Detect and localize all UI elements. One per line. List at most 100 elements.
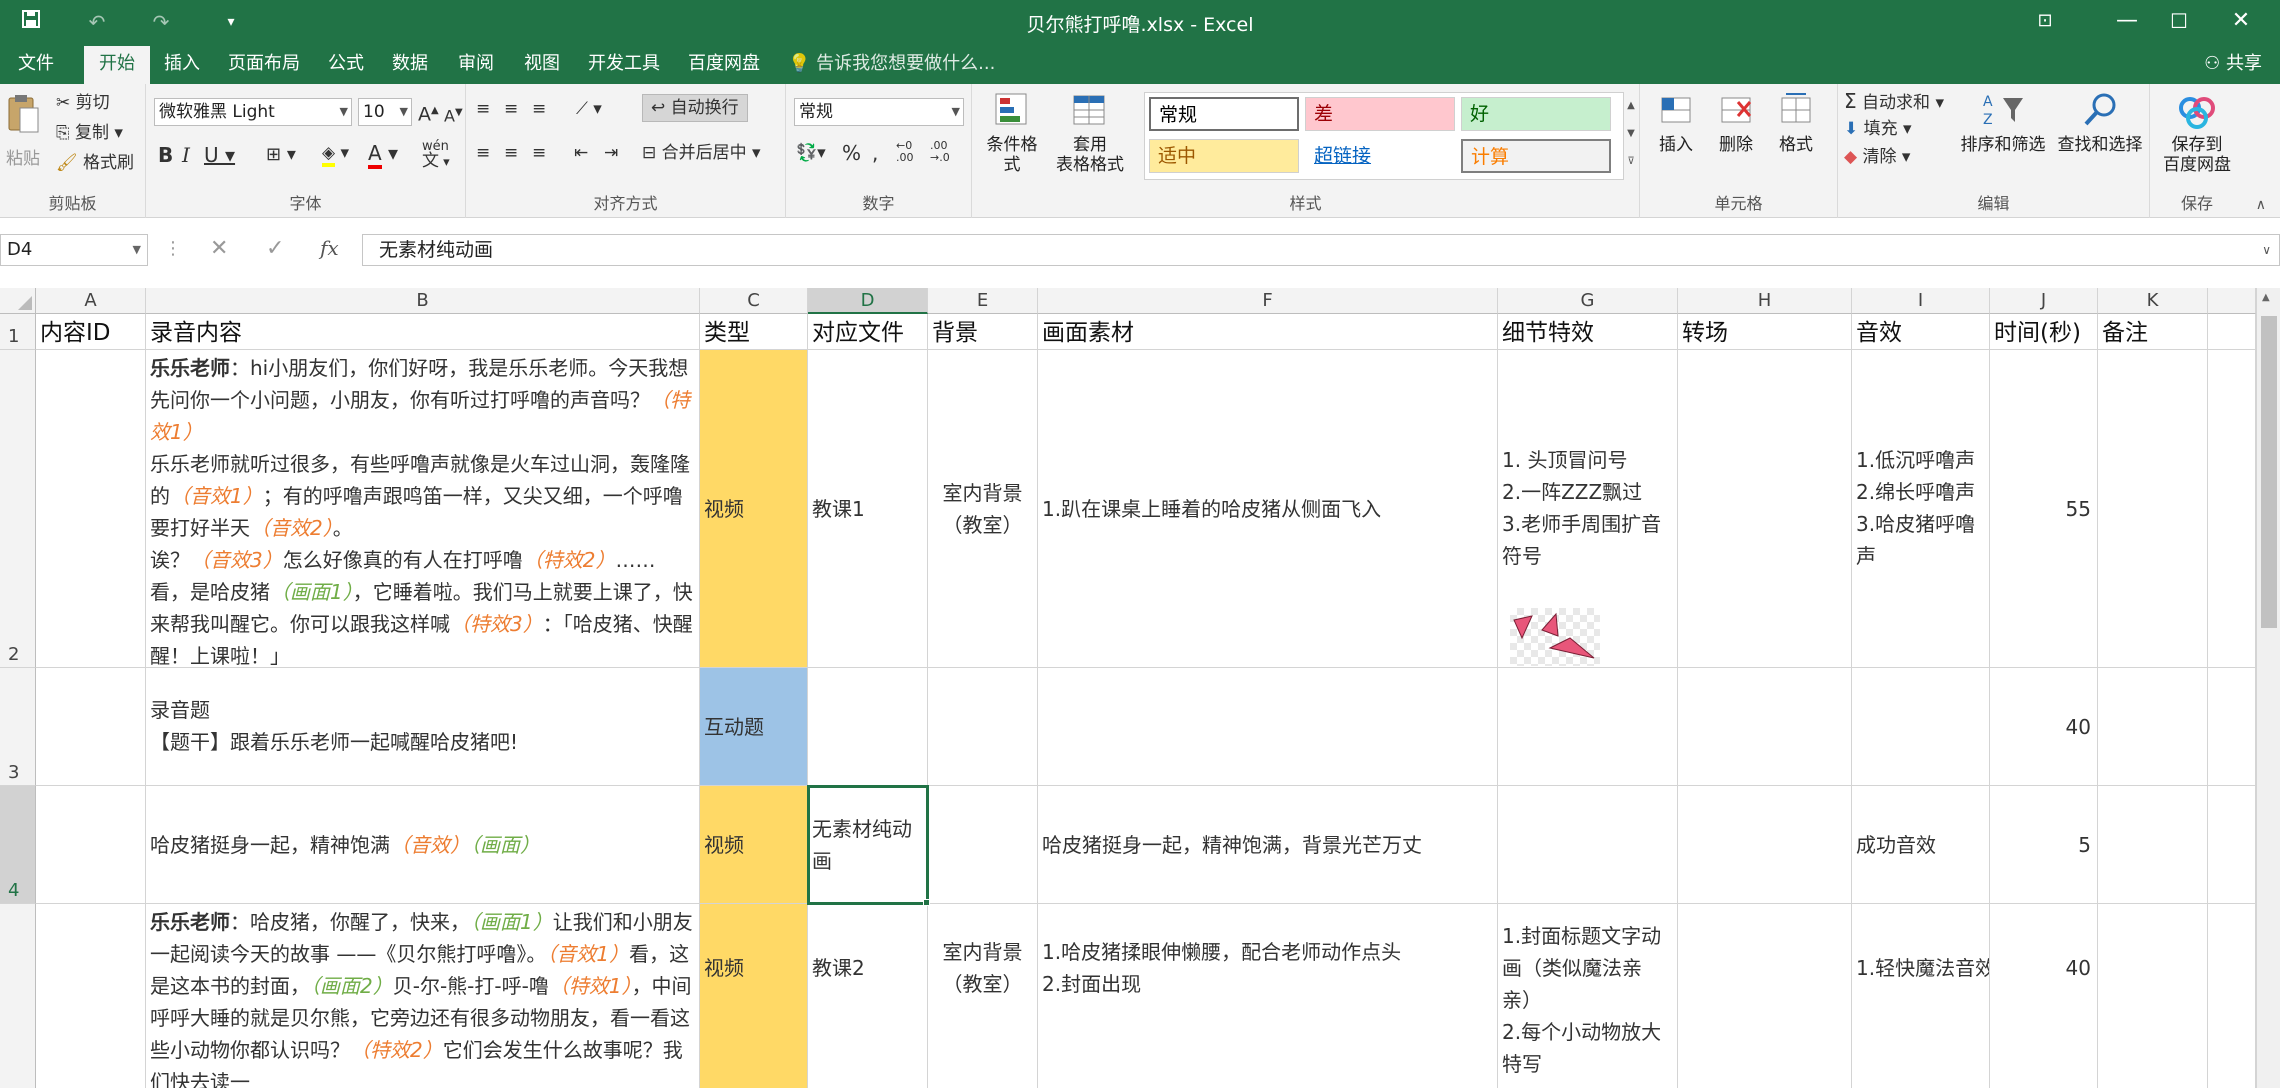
- comma-style-button[interactable]: ,: [872, 142, 878, 164]
- cell-h2[interactable]: [1678, 350, 1852, 668]
- enter-icon[interactable]: ✓: [266, 236, 284, 261]
- underline-button[interactable]: U ▾: [204, 144, 235, 166]
- name-box[interactable]: D4 ▼: [0, 234, 148, 266]
- fill-color-button[interactable]: ◈ ▾: [322, 142, 349, 167]
- expand-formula-icon[interactable]: ∨: [2262, 235, 2271, 265]
- cell-b2[interactable]: 乐乐老师：hi小朋友们，你们好呀，我是乐乐老师。今天我想先问你一个小问题，小朋友…: [146, 350, 700, 668]
- align-middle-icon[interactable]: ≡: [504, 98, 518, 120]
- cell-k2[interactable]: [2098, 350, 2208, 668]
- cell-h4[interactable]: [1678, 786, 1852, 904]
- cell-j2[interactable]: 55: [1990, 350, 2098, 668]
- decrease-font-size-button[interactable]: A▼: [444, 102, 463, 127]
- vertical-scrollbar[interactable]: ▲: [2256, 288, 2280, 1088]
- cell-d2[interactable]: 教课1: [808, 350, 928, 668]
- phonetic-button[interactable]: wén 文 ▾: [422, 140, 450, 170]
- decrease-decimal-button[interactable]: .00 →.0: [930, 140, 950, 164]
- style-neutral[interactable]: 适中: [1149, 139, 1299, 173]
- cut-button[interactable]: ✂ 剪切: [56, 92, 110, 114]
- cell-c5[interactable]: 视频: [700, 904, 808, 1088]
- align-left-icon[interactable]: ≡: [476, 142, 490, 164]
- cell-d4[interactable]: 无素材纯动画: [807, 785, 929, 905]
- column-header-g[interactable]: G: [1498, 288, 1678, 314]
- autosum-button[interactable]: Σ 自动求和 ▾: [1844, 90, 1944, 114]
- scroll-up-icon[interactable]: ▲: [2262, 292, 2270, 303]
- sort-filter-button[interactable]: AZ 排序和筛选: [1958, 90, 2048, 155]
- close-button[interactable]: ✕: [2210, 0, 2272, 44]
- column-header-e[interactable]: E: [928, 288, 1038, 314]
- row-header-1[interactable]: 1: [0, 314, 36, 350]
- tab-view[interactable]: 视图: [518, 44, 566, 84]
- cell-j1[interactable]: 时间(秒): [1990, 314, 2098, 350]
- embedded-image[interactable]: [1510, 608, 1600, 666]
- column-header-f[interactable]: F: [1038, 288, 1498, 314]
- column-header-h[interactable]: H: [1678, 288, 1852, 314]
- tab-formulas[interactable]: 公式: [322, 44, 370, 84]
- delete-cells-button[interactable]: 删除: [1708, 90, 1764, 155]
- style-good[interactable]: 好: [1461, 97, 1611, 131]
- share-button[interactable]: ⚇ 共享: [2204, 44, 2262, 84]
- align-top-icon[interactable]: ≡: [476, 98, 490, 120]
- format-as-table-button[interactable]: 套用 表格格式: [1050, 90, 1130, 190]
- cell-a3[interactable]: [36, 668, 146, 786]
- tab-home[interactable]: 开始: [84, 44, 150, 84]
- row-header-3[interactable]: 3: [0, 668, 36, 786]
- format-painter-button[interactable]: 🖌 格式刷: [56, 152, 134, 174]
- insert-cells-button[interactable]: 插入: [1648, 90, 1704, 155]
- scrollbar-thumb[interactable]: [2261, 316, 2277, 628]
- column-header-d[interactable]: D: [808, 288, 928, 314]
- cell-i3[interactable]: [1852, 668, 1990, 786]
- column-header-k[interactable]: K: [2098, 288, 2208, 314]
- style-bad[interactable]: 差: [1305, 97, 1455, 131]
- cell-d1[interactable]: 对应文件: [808, 314, 928, 350]
- font-name-select[interactable]: 微软雅黑 Light ▼: [154, 98, 352, 126]
- cell-k5[interactable]: [2098, 904, 2208, 1088]
- cell-d3[interactable]: [808, 668, 928, 786]
- cell-g3[interactable]: [1498, 668, 1678, 786]
- cell-e1[interactable]: 背景: [928, 314, 1038, 350]
- cell-i4[interactable]: 成功音效: [1852, 786, 1990, 904]
- column-header-c[interactable]: C: [700, 288, 808, 314]
- cell-k3[interactable]: [2098, 668, 2208, 786]
- cell-f3[interactable]: [1038, 668, 1498, 786]
- formula-input[interactable]: 无素材纯动画 ∨: [362, 234, 2280, 266]
- orientation-button[interactable]: ⟋ ▾: [576, 98, 602, 120]
- cell-j5[interactable]: 40: [1990, 904, 2098, 1088]
- number-format-select[interactable]: 常规 ▼: [794, 98, 964, 126]
- tab-baidu-netdisk[interactable]: 百度网盘: [682, 44, 766, 84]
- accounting-format-button[interactable]: 💱▾: [796, 142, 826, 164]
- increase-decimal-button[interactable]: ←0.00: [896, 140, 914, 164]
- row-header-2[interactable]: 2: [0, 350, 36, 668]
- bold-button[interactable]: B: [158, 144, 173, 166]
- cell-i5[interactable]: 1.轻快魔法音效: [1852, 904, 1990, 1088]
- cell-b4[interactable]: 哈皮猪挺身一起，精神饱满（音效）（画面）: [146, 786, 700, 904]
- select-all-button[interactable]: [0, 288, 36, 314]
- cell-a1[interactable]: 内容ID: [36, 314, 146, 350]
- cell-blank[interactable]: [2208, 904, 2256, 1088]
- copy-button[interactable]: ⎘ 复制 ▾: [56, 122, 123, 144]
- cell-f5[interactable]: 1.哈皮猪揉眼伸懒腰，配合老师动作点头 2.封面出现: [1038, 904, 1498, 1088]
- collapse-ribbon-icon[interactable]: ∧: [2256, 197, 2266, 213]
- cell-e4[interactable]: [928, 786, 1038, 904]
- cell-i2[interactable]: 1.低沉呼噜声 2.绵长呼噜声 3.哈皮猪呼噜声: [1852, 350, 1990, 668]
- save-to-baidu-button[interactable]: 保存到 百度网盘: [2154, 90, 2240, 175]
- cell-k1[interactable]: 备注: [2098, 314, 2208, 350]
- align-right-icon[interactable]: ≡: [532, 142, 546, 164]
- row-header-4[interactable]: 4: [0, 786, 36, 904]
- tab-data[interactable]: 数据: [386, 44, 434, 84]
- cell-blank[interactable]: [2208, 786, 2256, 904]
- cell-b5[interactable]: 乐乐老师：哈皮猪，你醒了，快来，（画面1）让我们和小朋友一起阅读今天的故事 ——…: [146, 904, 700, 1088]
- align-bottom-icon[interactable]: ≡: [532, 98, 546, 120]
- cell-a2[interactable]: [36, 350, 146, 668]
- clear-button[interactable]: ◆ 清除 ▾: [1844, 146, 1910, 168]
- tell-me-box[interactable]: 💡 告诉我您想要做什么...: [788, 44, 1008, 84]
- cell-c1[interactable]: 类型: [700, 314, 808, 350]
- cell-c2[interactable]: 视频: [700, 350, 808, 668]
- fill-handle[interactable]: [923, 899, 930, 906]
- cell-f2[interactable]: 1.趴在课桌上睡着的哈皮猪从侧面飞入: [1038, 350, 1498, 668]
- align-center-icon[interactable]: ≡: [504, 142, 518, 164]
- cell-h5[interactable]: [1678, 904, 1852, 1088]
- cell-blank[interactable]: [2208, 350, 2256, 668]
- cell-b1[interactable]: 录音内容: [146, 314, 700, 350]
- column-header-b[interactable]: B: [146, 288, 700, 314]
- cell-e2[interactable]: 室内背景（教室）: [928, 350, 1038, 668]
